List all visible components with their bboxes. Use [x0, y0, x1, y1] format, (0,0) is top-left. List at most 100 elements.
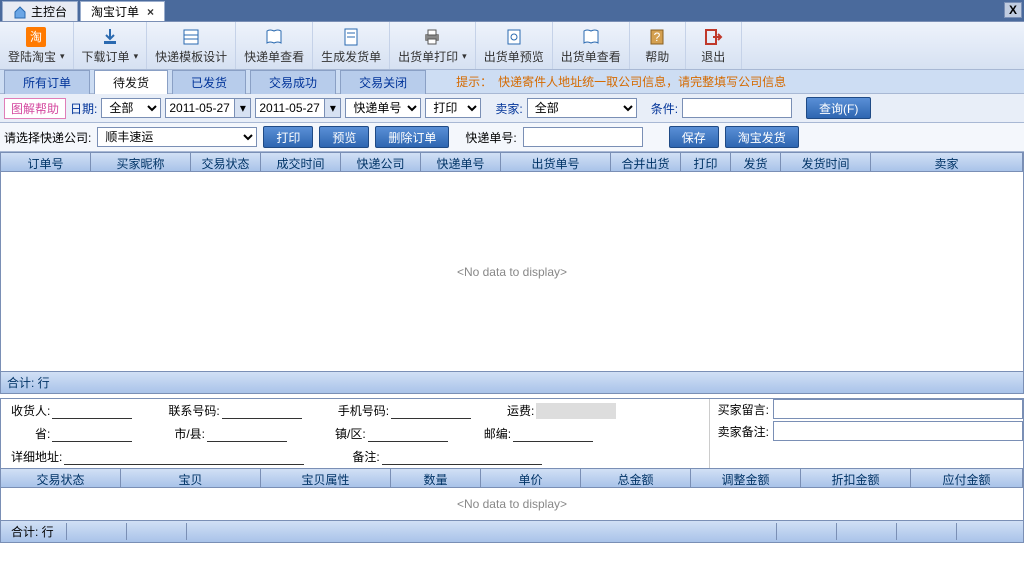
tab-orders-label: 淘宝订单 [91, 3, 139, 20]
zip-value [513, 426, 593, 442]
print-filter-select[interactable]: 打印 [425, 98, 481, 118]
date-to-picker[interactable]: ▾ [255, 98, 341, 118]
courier-select[interactable]: 顺丰速运 [97, 127, 257, 147]
col-status[interactable]: 交易状态 [191, 153, 261, 171]
template-design-button[interactable]: 快递模板设计 [147, 22, 236, 69]
subtab-success[interactable]: 交易成功 [250, 70, 336, 94]
col2-qty[interactable]: 数量 [391, 469, 481, 487]
address-value [64, 449, 304, 465]
search-field-select[interactable]: 快递单号 [345, 98, 421, 118]
recipient-value [52, 403, 132, 419]
subtab-pending[interactable]: 待发货 [94, 70, 168, 94]
date-range-select[interactable]: 全部 [101, 98, 161, 118]
tab-main-label: 主控台 [31, 3, 67, 20]
empty-placeholder: <No data to display> [457, 265, 567, 279]
items-table-body: <No data to display> [1, 488, 1023, 520]
freight-value [536, 403, 616, 419]
col-shiptime[interactable]: 发货时间 [781, 153, 871, 171]
col2-price[interactable]: 单价 [481, 469, 581, 487]
col2-status[interactable]: 交易状态 [1, 469, 121, 487]
tab-main[interactable]: 主控台 [2, 1, 78, 21]
condition-input[interactable] [682, 98, 792, 118]
chevron-down-icon[interactable]: ▾ [325, 98, 341, 118]
chevron-down-icon[interactable]: ▾ [235, 98, 251, 118]
col2-total[interactable]: 总金额 [581, 469, 691, 487]
buyer-msg-label: 买家留言: [718, 401, 769, 418]
trackno-input[interactable] [523, 127, 643, 147]
close-icon[interactable]: × [147, 5, 154, 19]
condition-label: 条件: [651, 100, 678, 117]
action-bar: 请选择快递公司: 顺丰速运 打印 预览 删除订单 快递单号: 保存 淘宝发货 [0, 123, 1024, 152]
graphic-help-button[interactable]: 图解帮助 [4, 98, 66, 119]
subtab-all[interactable]: 所有订单 [4, 70, 90, 94]
taobao-icon: 淘 [25, 26, 47, 48]
svg-text:淘: 淘 [30, 30, 42, 44]
taobao-ship-button[interactable]: 淘宝发货 [725, 126, 799, 148]
main-toolbar: 淘 登陆淘宝 下载订单 快递模板设计 快递单查看 生成发货单 出货单打印 出货单… [0, 22, 1024, 70]
orders-table-header: 订单号 买家昵称 交易状态 成交时间 快递公司 快递单号 出货单号 合并出货 打… [0, 152, 1024, 172]
trackno-label: 快递单号: [465, 129, 516, 146]
book-icon [263, 26, 285, 48]
col-orderid[interactable]: 订单号 [1, 153, 91, 171]
city-value [207, 426, 287, 442]
province-value [52, 426, 132, 442]
col-merge[interactable]: 合并出货 [611, 153, 681, 171]
col2-item[interactable]: 宝贝 [121, 469, 261, 487]
download-icon [99, 26, 121, 48]
mobile-value [391, 403, 471, 419]
date-from-picker[interactable]: ▾ [165, 98, 251, 118]
pick-courier-label: 请选择快递公司: [4, 129, 91, 146]
empty-placeholder-2: <No data to display> [457, 497, 567, 511]
subtab-shipped[interactable]: 已发货 [172, 70, 246, 94]
hint-text: 提示： 快递寄件人地址统一取公司信息，请完整填写公司信息 [456, 73, 786, 90]
view-shipment-button[interactable]: 出货单查看 [553, 22, 630, 69]
express-query-button[interactable]: 快递单查看 [236, 22, 313, 69]
col2-adjust[interactable]: 调整金额 [691, 469, 801, 487]
col-shipno[interactable]: 出货单号 [501, 153, 611, 171]
col2-discount[interactable]: 折扣金额 [801, 469, 911, 487]
buyer-msg-input[interactable] [773, 399, 1023, 419]
subtab-closed[interactable]: 交易关闭 [340, 70, 426, 94]
seller-note-input[interactable] [773, 421, 1023, 441]
book2-icon [580, 26, 602, 48]
col-trackno[interactable]: 快递单号 [421, 153, 501, 171]
col-dealtime[interactable]: 成交时间 [261, 153, 341, 171]
orders-table-body: <No data to display> [0, 172, 1024, 372]
date-from-input[interactable] [165, 98, 235, 118]
generate-shipment-button[interactable]: 生成发货单 [313, 22, 390, 69]
preview-button[interactable]: 预览 [319, 126, 369, 148]
save-button[interactable]: 保存 [669, 126, 719, 148]
delete-order-button[interactable]: 删除订单 [375, 126, 449, 148]
col2-payable[interactable]: 应付金额 [911, 469, 1023, 487]
login-taobao-button[interactable]: 淘 登陆淘宝 [0, 22, 74, 69]
exit-button[interactable]: 退出 [686, 22, 742, 69]
town-value [368, 426, 448, 442]
query-button[interactable]: 查询(F) [806, 97, 871, 119]
filter-bar: 图解帮助 日期: 全部 ▾ ▾ 快递单号 打印 卖家: 全部 条件: 查询(F) [0, 94, 1024, 123]
tab-orders[interactable]: 淘宝订单 × [80, 1, 165, 21]
home-icon [13, 5, 27, 19]
items-table-header: 交易状态 宝贝 宝贝属性 数量 单价 总金额 调整金额 折扣金额 应付金额 [1, 468, 1023, 488]
exit-icon [702, 26, 724, 48]
window-tabbar: 主控台 淘宝订单 × X [0, 0, 1024, 22]
seller-select[interactable]: 全部 [527, 98, 637, 118]
col-print[interactable]: 打印 [681, 153, 731, 171]
col-courier[interactable]: 快递公司 [341, 153, 421, 171]
printer-icon [421, 26, 443, 48]
help-button[interactable]: ? 帮助 [630, 22, 686, 69]
doc-icon [340, 26, 362, 48]
col-ship[interactable]: 发货 [731, 153, 781, 171]
remark-value [382, 449, 542, 465]
date-to-input[interactable] [255, 98, 325, 118]
print-button[interactable]: 打印 [263, 126, 313, 148]
print-shipment-button[interactable]: 出货单打印 [390, 22, 476, 69]
preview-icon [503, 26, 525, 48]
download-orders-button[interactable]: 下载订单 [74, 22, 148, 69]
window-close-button[interactable]: X [1004, 2, 1022, 18]
contact-value [222, 403, 302, 419]
svg-text:?: ? [654, 30, 661, 44]
preview-shipment-button[interactable]: 出货单预览 [476, 22, 553, 69]
col2-attr[interactable]: 宝贝属性 [261, 469, 391, 487]
col-seller[interactable]: 卖家 [871, 153, 1023, 171]
col-buyer[interactable]: 买家昵称 [91, 153, 191, 171]
